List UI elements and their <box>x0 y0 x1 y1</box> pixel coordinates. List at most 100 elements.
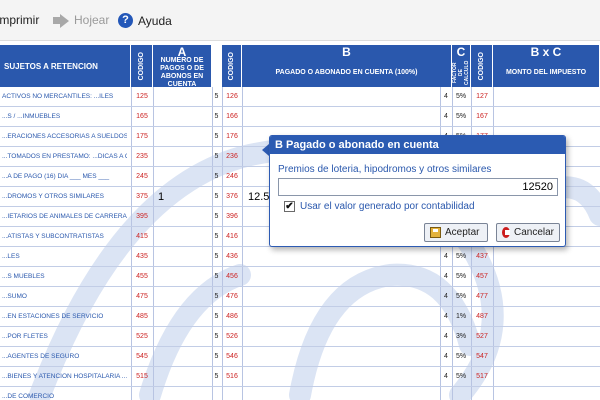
dialog-field-label: Premios de loteria, hipodromos y otros s… <box>278 164 492 175</box>
header-codigo-3: CODIGO <box>471 45 493 87</box>
form-row: ...POR FLETES 525 5 526 4 3% 527 <box>0 327 600 347</box>
row-code: 415 <box>136 233 148 240</box>
amount-input[interactable] <box>278 178 558 196</box>
row-factor: 1% <box>455 313 467 320</box>
row-code-c: 547 <box>476 353 488 360</box>
row-factor: 5% <box>455 93 467 100</box>
row-code: 175 <box>136 133 148 140</box>
row-factor: 5% <box>455 253 467 260</box>
row-factor: 5% <box>455 373 467 380</box>
cancel-icon <box>502 227 510 238</box>
row-code-c <box>471 387 493 400</box>
row-indicator: 5 <box>214 373 219 380</box>
header-codigo-1: CODIGO <box>131 45 153 87</box>
row-concept: ...EN ESTACIONES DE SERVICIO <box>2 313 104 320</box>
form-row: ...SUMO 475 5 476 4 5% 477 <box>0 287 600 307</box>
row-code-c: 517 <box>476 373 488 380</box>
header-col-c-sub: FACTOR DE CALCULO <box>452 59 471 87</box>
row-indicator: 5 <box>214 93 219 100</box>
row-code: 245 <box>136 173 148 180</box>
row-indicator-b: 4 <box>444 253 448 260</box>
row-code: 435 <box>136 253 148 260</box>
row-concept: ACTIVOS NO MERCANTILES: ...ILES <box>2 93 114 100</box>
payments-count-field[interactable]: 1 <box>158 187 188 207</box>
form-row: ...LES 435 5 436 4 5% 437 <box>0 247 600 267</box>
row-factor: 5% <box>455 113 467 120</box>
accept-button[interactable]: Aceptar <box>424 223 488 242</box>
row-code: 455 <box>136 273 148 280</box>
form-row: ACTIVOS NO MERCANTILES: ...ILES 125 5 126 4 5… <box>0 87 600 107</box>
row-concept: ...DROMOS Y OTROS SIMILARES <box>2 193 104 200</box>
row-code-a: 246 <box>226 173 238 180</box>
checkbox-box[interactable]: ✔ <box>284 201 295 212</box>
row-code: 375 <box>136 193 148 200</box>
row-indicator: 5 <box>214 273 219 280</box>
value-dialog: B Pagado o abonado en cuenta Premios de … <box>269 135 566 247</box>
row-code-c: 477 <box>476 293 488 300</box>
row-code: 395 <box>136 213 148 220</box>
form-row: ...S MUEBLES 455 5 456 4 5% 457 <box>0 267 600 287</box>
row-code-c: 487 <box>476 313 488 320</box>
row-code: 125 <box>136 93 148 100</box>
print-label: Imprimir <box>0 13 40 27</box>
row-indicator-b: 4 <box>444 113 448 120</box>
dialog-title: B Pagado o abonado en cuenta <box>270 136 565 154</box>
browse-label: Hojear <box>74 13 110 27</box>
row-factor <box>452 387 470 400</box>
row-concept: ...IETARIOS DE ANIMALES DE CARRERA <box>2 213 127 220</box>
row-code-a: 166 <box>226 113 238 120</box>
header-col-bxc-sub: MONTO DEL IMPUESTO <box>493 59 600 87</box>
row-concept: ...POR FLETES <box>2 333 48 340</box>
row-code-c: 167 <box>476 113 488 120</box>
help-icon: ? <box>118 13 133 28</box>
row-indicator: 5 <box>214 293 219 300</box>
header-col-c-letter: C <box>452 45 471 59</box>
row-code: 485 <box>136 313 148 320</box>
row-code: 165 <box>136 113 148 120</box>
row-indicator: 5 <box>214 353 219 360</box>
row-code: 515 <box>136 373 148 380</box>
header-codigo-2: CODIGO <box>222 45 242 87</box>
row-concept: ...ATISTAS Y SUBCONTRATISTAS <box>2 233 104 240</box>
row-concept: ...ERACIONES ACCESORIAS A SUELDOS <box>2 133 127 140</box>
cancel-button[interactable]: Cancelar <box>496 223 560 242</box>
row-code-a: 526 <box>226 333 238 340</box>
row-indicator: 5 <box>214 313 219 320</box>
row-indicator-b: 4 <box>444 293 448 300</box>
row-indicator-b: 4 <box>444 93 448 100</box>
form-row: ...EN ESTACIONES DE SERVICIO 485 5 486 4 1% 48… <box>0 307 600 327</box>
row-code-a: 436 <box>226 253 238 260</box>
row-code-a: 176 <box>226 133 238 140</box>
row-code-a: 546 <box>226 353 238 360</box>
row-code-a <box>222 387 242 400</box>
print-button[interactable]: Imprimir <box>0 13 39 27</box>
row-indicator: 5 <box>214 333 219 340</box>
row-code-a: 516 <box>226 373 238 380</box>
row-code-a: 396 <box>226 213 238 220</box>
row-concept: ...AGENTES DE SEGURO <box>2 353 80 360</box>
help-button[interactable]: ? Ayuda <box>118 13 172 28</box>
row-code-c: 437 <box>476 253 488 260</box>
row-indicator-b: 4 <box>444 353 448 360</box>
browse-button[interactable]: Hojear <box>53 13 110 28</box>
row-code: 545 <box>136 353 148 360</box>
forward-arrow-icon <box>53 14 69 28</box>
header-col-a-sub: NUMERO DE PAGOS O DE ABONOS EN CUENTA <box>153 57 212 88</box>
row-concept: ...SUMO <box>2 293 27 300</box>
form-row: ...BIENES Y ATENCION HOSPITALARIA ...R E… <box>0 367 600 387</box>
row-factor: 5% <box>455 353 467 360</box>
row-concept: ...DE COMERCIO <box>2 393 55 400</box>
row-code <box>131 387 153 400</box>
header-col-b-letter: B <box>242 45 452 59</box>
save-icon <box>430 227 441 238</box>
row-code-a: 476 <box>226 293 238 300</box>
row-indicator: 5 <box>214 113 219 120</box>
row-concept: ...S / ...INMUEBLES <box>2 113 61 120</box>
row-indicator: 5 <box>214 133 219 140</box>
form-row: ...AGENTES DE SEGURO 545 5 546 4 5% 547 <box>0 347 600 367</box>
row-code: 235 <box>136 153 148 160</box>
header-col-bxc-letter: B x C <box>493 45 600 59</box>
row-code-a: 416 <box>226 233 238 240</box>
use-generated-value-checkbox[interactable]: ✔ Usar el valor generado por contabilida… <box>284 201 475 212</box>
row-indicator-b <box>440 387 452 400</box>
